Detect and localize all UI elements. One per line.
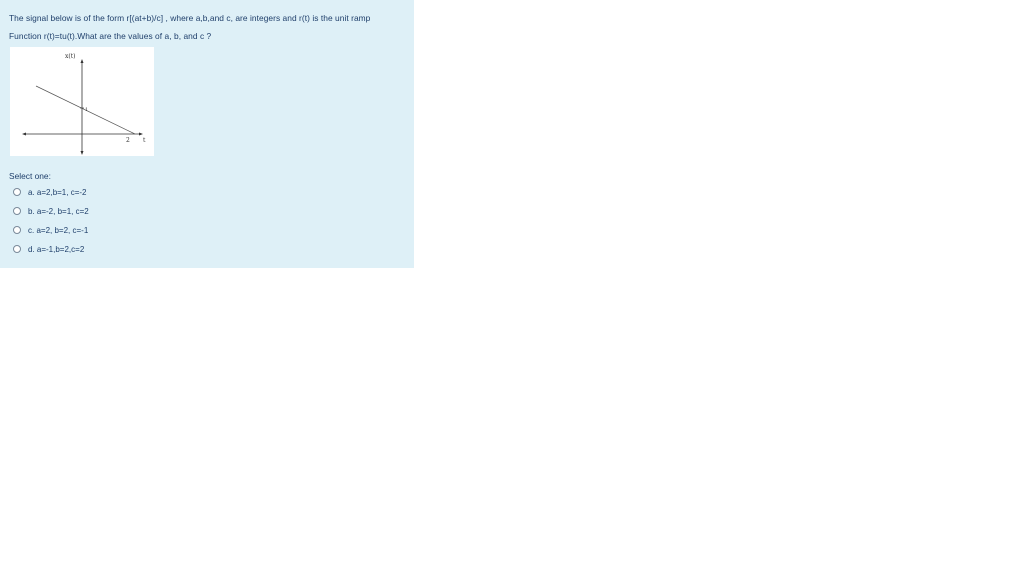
radio-icon[interactable] xyxy=(13,188,21,196)
option-a[interactable]: a. a=2,b=1, c=-2 xyxy=(13,186,87,198)
option-c-label: c. a=2, b=2, c=-1 xyxy=(28,225,89,235)
y-axis-label: x(t) xyxy=(65,53,75,60)
question-text-line-1: The signal below is of the form r[(at+b)… xyxy=(9,13,371,23)
select-one-label: Select one: xyxy=(9,171,51,181)
question-card: The signal below is of the form r[(at+b)… xyxy=(0,0,414,268)
signal-plot: 1 x(t) 2 t xyxy=(22,53,146,155)
signal-figure: 1 x(t) 2 t xyxy=(10,47,154,156)
option-b-label: b. a=-2, b=1, c=2 xyxy=(28,206,89,216)
x-tick-label: 2 xyxy=(126,137,130,144)
question-text-line-2: Function r(t)=tu(t).What are the values … xyxy=(9,31,212,41)
x-axis-label: t xyxy=(143,137,146,144)
option-d[interactable]: d. a=-1,b=2,c=2 xyxy=(13,243,84,255)
x-axis-left-arrow xyxy=(22,132,26,136)
option-d-label: d. a=-1,b=2,c=2 xyxy=(28,244,85,254)
y-axis-top-arrow xyxy=(80,59,84,63)
option-c[interactable]: c. a=2, b=2, c=-1 xyxy=(13,224,88,236)
x-axis-right-arrow xyxy=(139,132,143,136)
radio-icon[interactable] xyxy=(13,226,21,234)
option-b[interactable]: b. a=-2, b=1, c=2 xyxy=(13,205,89,217)
radio-icon[interactable] xyxy=(13,207,21,215)
option-a-label: a. a=2,b=1, c=-2 xyxy=(28,187,87,197)
point-label: 1 xyxy=(85,107,88,113)
radio-icon[interactable] xyxy=(13,245,21,253)
y-axis-bottom-arrow xyxy=(80,151,84,155)
